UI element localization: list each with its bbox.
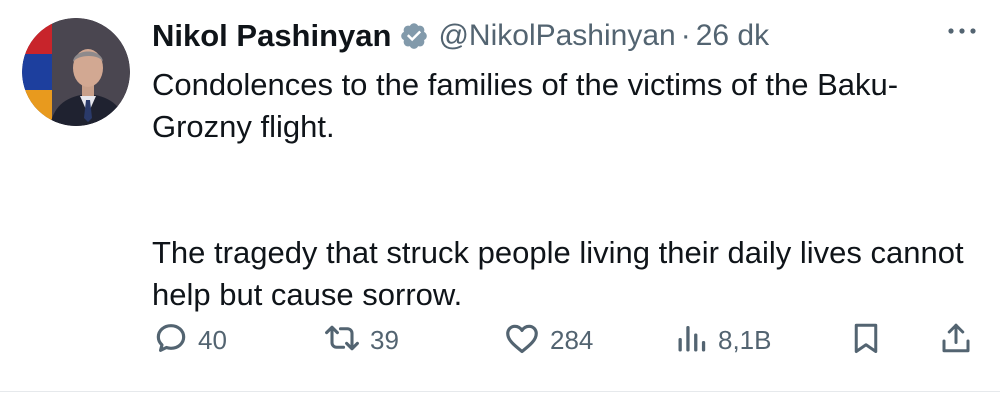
like-count: 284 [550,324,594,355]
tweet-paragraph: Condolences to the families of the victi… [152,67,899,144]
avatar-photo [22,18,130,126]
tweet[interactable]: Nikol Pashinyan @NikolPashinyan · 26 dk … [0,0,1000,392]
verified-badge-icon [399,21,429,51]
repost-count: 39 [370,324,399,355]
author-name[interactable]: Nikol Pashinyan [152,18,391,54]
share-button[interactable] [938,318,974,362]
tweet-text: Condolences to the families of the victi… [152,64,982,316]
author-handle[interactable]: @NikolPashinyan [438,19,675,53]
reply-count: 40 [198,324,227,355]
views-button[interactable]: 8,1B [674,318,772,362]
more-horizontal-icon[interactable] [944,16,980,46]
reply-bubble-icon [152,319,190,362]
repost-icon [322,319,362,362]
reply-button[interactable]: 40 [152,318,227,362]
views-count: 8,1B [718,324,772,355]
repost-button[interactable]: 39 [322,318,399,362]
separator-dot: · [680,19,691,52]
heart-icon [502,319,542,362]
share-upload-icon [938,319,974,362]
tweet-header: Nikol Pashinyan @NikolPashinyan · 26 dk [152,14,980,58]
bookmark-button[interactable] [848,318,884,362]
bar-chart-icon [674,319,710,362]
bookmark-icon [848,319,884,362]
action-bar: 40 39 284 8,1B [152,318,982,362]
like-button[interactable]: 284 [502,318,593,362]
avatar[interactable] [22,18,130,126]
divider [0,391,1000,392]
timestamp[interactable]: 26 dk [696,19,769,53]
tweet-paragraph: The tragedy that struck people living th… [152,235,964,312]
